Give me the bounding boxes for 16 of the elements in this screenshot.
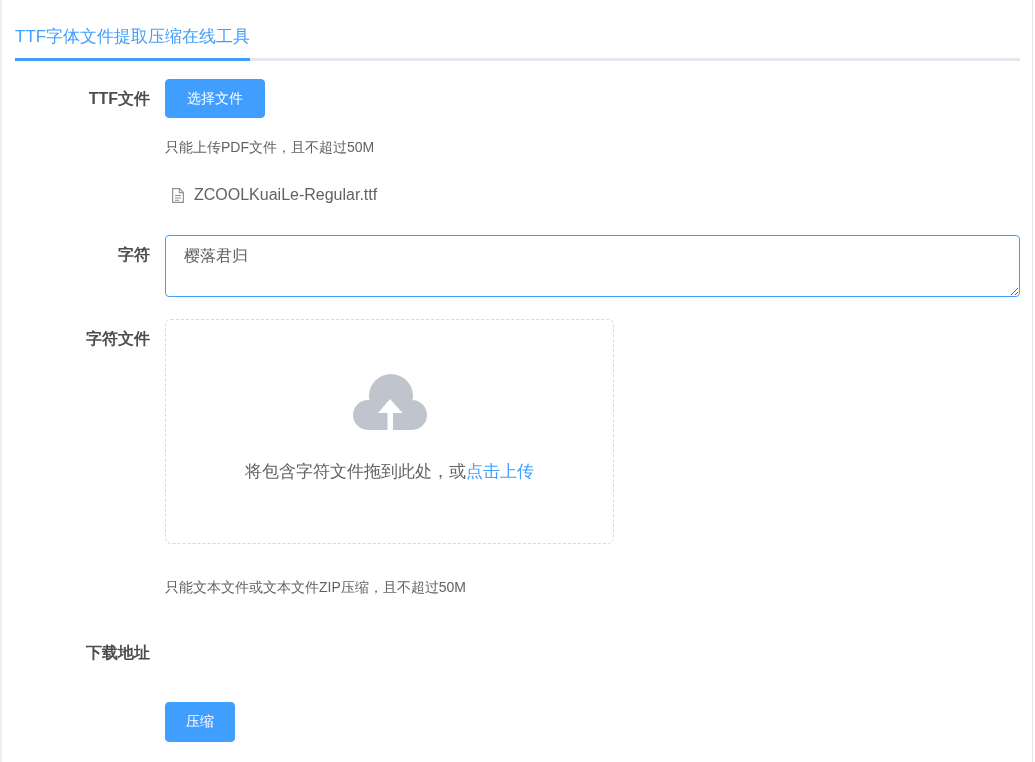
field-label: 下载地址: [85, 643, 151, 663]
choose-file-button[interactable]: 选择文件: [165, 79, 265, 118]
cloud-upload-icon: [352, 374, 427, 430]
field-label: TTF文件: [87, 89, 151, 109]
field-label: 字符文件: [85, 329, 151, 349]
characters-textarea[interactable]: 樱落君归: [165, 235, 1020, 297]
drop-hint-text: 将包含字符文件拖到此处，或点击上传: [245, 461, 534, 483]
field-label: 字符: [117, 245, 151, 265]
document-icon: [172, 187, 184, 203]
upload-drop-area[interactable]: 将包含字符文件拖到此处，或点击上传: [165, 319, 614, 544]
tab[interactable]: TTF字体文件提取压缩在线工具: [15, 16, 251, 61]
upload-tip: 只能文本文件或文本文件ZIP压缩，且不超过50M: [165, 578, 466, 596]
file-name[interactable]: ZCOOLKuaiLe-Regular.ttf: [194, 186, 378, 204]
upload-tip: 只能上传PDF文件，且不超过50M: [165, 138, 375, 156]
click-upload-link[interactable]: 点击上传: [466, 462, 534, 481]
compress-button[interactable]: 压缩: [165, 702, 235, 742]
